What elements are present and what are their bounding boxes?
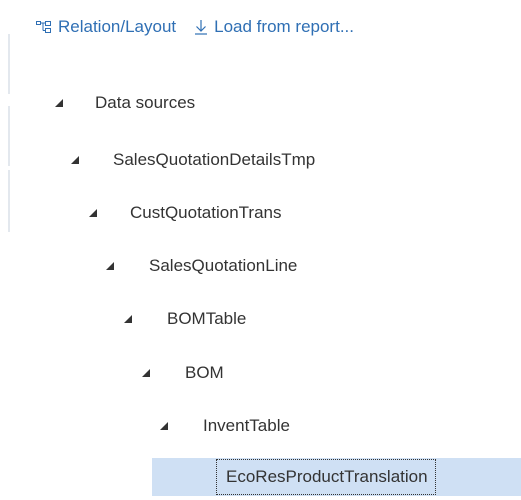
expand-caret-icon[interactable]: [106, 262, 114, 270]
tree-node-label: BOMTable: [167, 309, 247, 328]
tree-node-label: SalesQuotationDetailsTmp: [113, 150, 316, 169]
load-from-report-button[interactable]: Load from report...: [194, 17, 354, 37]
tree-node-salesquotationline[interactable]: SalesQuotationLine: [0, 247, 521, 285]
tree-node-label: BOM: [185, 363, 224, 382]
tree-node-ecoresproducttranslation[interactable]: EcoResProductTranslation: [0, 458, 521, 496]
tree-node-label: SalesQuotationLine: [149, 256, 298, 275]
tree-node-label: Data sources: [95, 93, 196, 112]
expand-caret-icon[interactable]: [142, 369, 150, 377]
toolbar: Relation/Layout Load from report...: [36, 12, 354, 42]
tree-node-data-sources[interactable]: Data sources: [0, 84, 521, 122]
download-arrow-icon: [194, 19, 208, 35]
tree-node-label: InventTable: [203, 416, 290, 435]
expand-caret-icon[interactable]: [124, 315, 132, 323]
tree-node-label-selected: EcoResProductTranslation: [216, 459, 436, 495]
expand-caret-icon[interactable]: [55, 99, 63, 107]
load-from-report-label: Load from report...: [214, 17, 354, 36]
tree-node-bomtable[interactable]: BOMTable: [0, 300, 521, 338]
tree-node-custquotationtrans[interactable]: CustQuotationTrans: [0, 194, 521, 232]
datasource-tree-panel: Relation/Layout Load from report... Data…: [0, 0, 521, 500]
expand-caret-icon[interactable]: [160, 422, 168, 430]
tree-node-inventtable[interactable]: InventTable: [0, 407, 521, 445]
tree-node-bom[interactable]: BOM: [0, 354, 521, 392]
expand-caret-icon[interactable]: [89, 209, 97, 217]
tree-node-label: CustQuotationTrans: [130, 203, 282, 222]
tree-node-salesquotationdetailstmp[interactable]: SalesQuotationDetailsTmp: [0, 141, 521, 179]
relation-layout-button[interactable]: Relation/Layout: [36, 17, 176, 37]
relation-layout-label: Relation/Layout: [58, 17, 177, 36]
expand-caret-icon[interactable]: [71, 156, 79, 164]
relation-layout-icon: [36, 20, 52, 34]
